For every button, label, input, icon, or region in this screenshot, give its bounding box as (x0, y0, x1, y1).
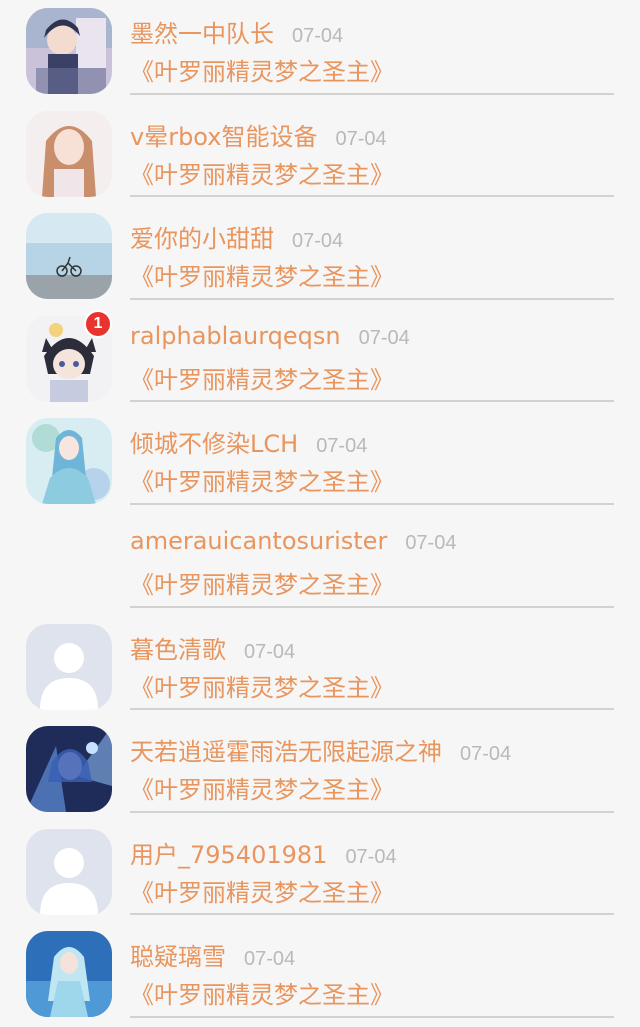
divider (130, 400, 614, 403)
comment-list: 墨然一中队长 07-04 《叶罗丽精灵梦之圣主》 v晕rbox智能设备 07-04 … (0, 0, 640, 1027)
book-title[interactable]: 《叶罗丽精灵梦之圣主》 (130, 52, 394, 87)
book-title[interactable]: 《叶罗丽精灵梦之圣主》 (130, 975, 394, 1010)
anime-boy-avatar[interactable] (26, 8, 112, 94)
book-title[interactable]: 《叶罗丽精灵梦之圣主》 (130, 257, 394, 292)
list-item[interactable]: 爱你的小甜甜 07-04 《叶罗丽精灵梦之圣主》 (0, 205, 640, 308)
user-name[interactable]: amerauicantosurister (130, 527, 387, 555)
list-item[interactable]: 暮色清歌 07-04 《叶罗丽精灵梦之圣主》 (0, 616, 640, 719)
comment-date: 07-04 (405, 531, 457, 554)
list-item[interactable]: v晕rbox智能设备 07-04 《叶罗丽精灵梦之圣主》 (0, 103, 640, 206)
list-item[interactable]: 聪疑璃雪 07-04 《叶罗丽精灵梦之圣主》 (0, 923, 640, 1026)
comment-date: 07-04 (358, 326, 410, 349)
book-title[interactable]: 《叶罗丽精灵梦之圣主》 (130, 155, 394, 190)
comment-date: 07-04 (460, 743, 512, 766)
user-name[interactable]: 用户_795401981 (130, 841, 327, 869)
divider (130, 92, 614, 95)
list-item[interactable]: 天若逍遥霍雨浩无限起源之神 07-04 《叶罗丽精灵梦之圣主》 (0, 718, 640, 821)
anime-princess-avatar[interactable] (26, 931, 112, 1018)
divider (130, 913, 614, 916)
user-name[interactable]: v晕rbox智能设备 (130, 123, 317, 151)
divider (130, 1015, 614, 1018)
bicycle-sky-avatar[interactable] (26, 213, 112, 300)
book-title[interactable]: 《叶罗丽精灵梦之圣主》 (130, 668, 394, 703)
book-title[interactable]: 《叶罗丽精灵梦之圣主》 (130, 873, 394, 908)
divider (130, 605, 614, 608)
anime-blue-hair-avatar[interactable] (26, 726, 112, 813)
comment-date: 07-04 (244, 640, 296, 663)
anime-fairy-avatar[interactable] (26, 418, 112, 505)
user-name[interactable]: 墨然一中队长 (130, 20, 274, 48)
girl-photo-avatar[interactable] (26, 110, 112, 197)
user-name[interactable]: 天若逍遥霍雨浩无限起源之神 (130, 738, 442, 766)
divider (130, 810, 614, 813)
list-item[interactable]: amerauicantosurister 07-04 《叶罗丽精灵梦之圣主》 (0, 513, 640, 616)
book-title[interactable]: 《叶罗丽精灵梦之圣主》 (130, 565, 394, 600)
divider (130, 297, 614, 300)
list-item[interactable]: 用户_795401981 07-04 《叶罗丽精灵梦之圣主》 (0, 821, 640, 924)
comment-date: 07-04 (335, 127, 387, 150)
comment-date: 07-04 (316, 435, 368, 458)
list-item[interactable]: 倾城不修染LCH 07-04 《叶罗丽精灵梦之圣主》 (0, 410, 640, 513)
user-name[interactable]: ralphablaurqeqsn (130, 322, 341, 350)
divider (130, 708, 614, 711)
book-title[interactable]: 《叶罗丽精灵梦之圣主》 (130, 360, 394, 395)
user-name[interactable]: 暮色清歌 (130, 636, 226, 664)
user-name[interactable]: 爱你的小甜甜 (130, 225, 274, 253)
comment-date: 07-04 (345, 845, 397, 868)
comment-date: 07-04 (292, 230, 344, 253)
blank-avatar[interactable] (26, 521, 112, 607)
divider (130, 502, 614, 505)
book-title[interactable]: 《叶罗丽精灵梦之圣主》 (130, 462, 394, 497)
list-item[interactable]: 墨然一中队长 07-04 《叶罗丽精灵梦之圣主》 (0, 0, 640, 103)
list-item[interactable]: 1 ralphablaurqeqsn 07-04 《叶罗丽精灵梦之圣主》 (0, 308, 640, 411)
book-title[interactable]: 《叶罗丽精灵梦之圣主》 (130, 770, 394, 805)
default-user-avatar[interactable] (26, 623, 112, 710)
divider (130, 195, 614, 198)
comment-date: 07-04 (244, 948, 296, 971)
user-name[interactable]: 聪疑璃雪 (130, 943, 226, 971)
user-name[interactable]: 倾城不修染LCH (130, 430, 298, 458)
unread-badge: 1 (84, 309, 112, 338)
comment-date: 07-04 (292, 25, 344, 47)
default-user-avatar[interactable] (26, 828, 112, 915)
